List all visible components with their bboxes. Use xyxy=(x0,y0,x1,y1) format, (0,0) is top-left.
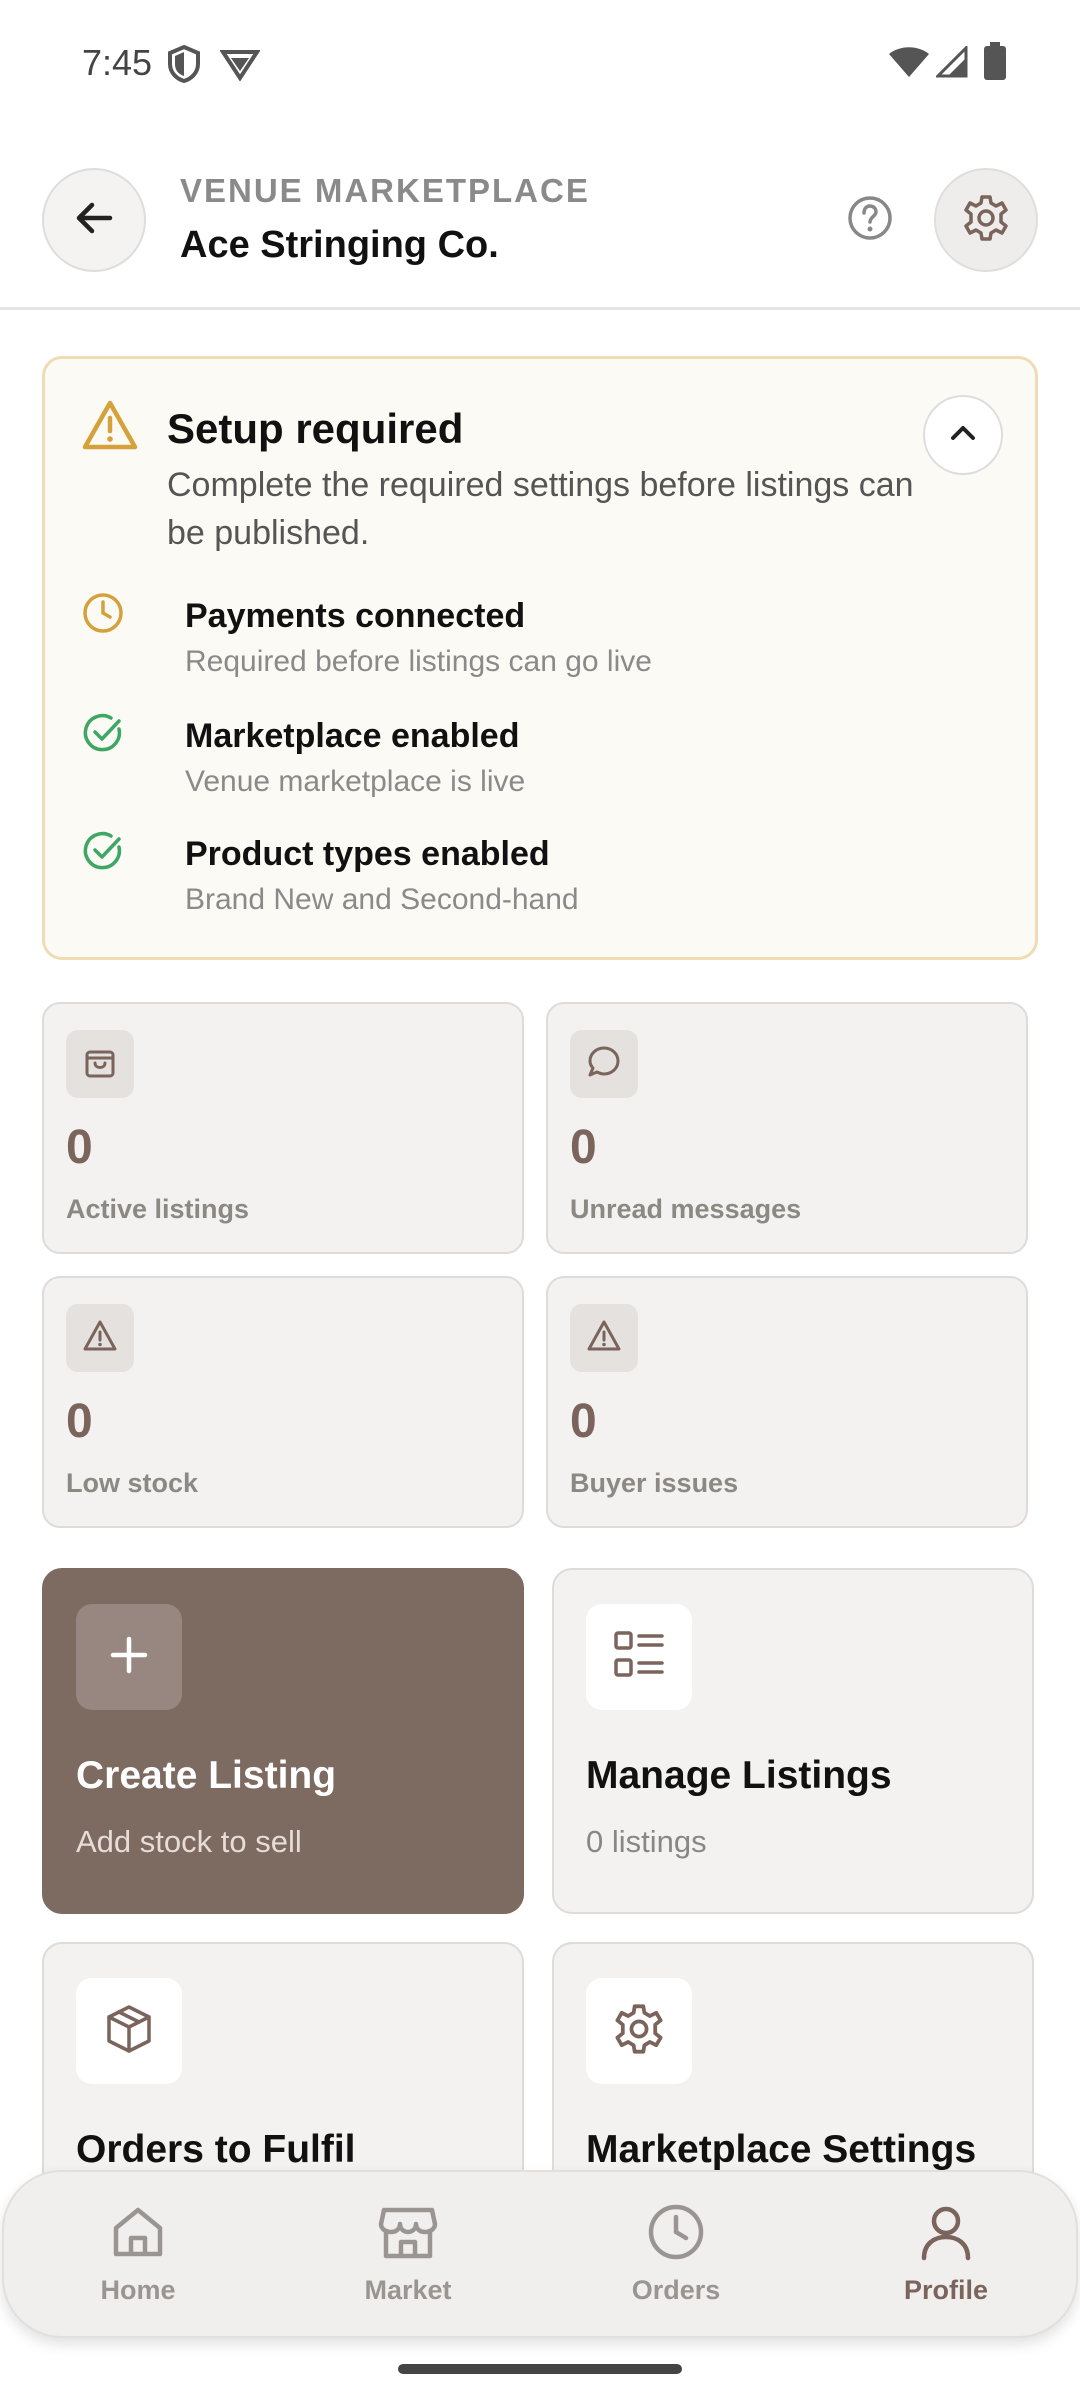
user-icon xyxy=(916,2202,976,2267)
action-subtitle: Add stock to sell xyxy=(76,1824,302,1859)
action-title: Orders to Fulfil xyxy=(76,2128,356,2171)
signal-icon xyxy=(934,44,968,83)
stat-value: 0 xyxy=(570,1395,597,1448)
stat-icon-box xyxy=(570,1304,638,1372)
clock-icon xyxy=(81,591,125,640)
stat-unread-messages[interactable]: 0 Unread messages xyxy=(546,1002,1028,1254)
stat-buyer-issues[interactable]: 0 Buyer issues xyxy=(546,1276,1028,1528)
stat-icon-box xyxy=(66,1304,134,1372)
setup-description: Complete the required settings before li… xyxy=(167,466,914,552)
shopping-bag-icon xyxy=(82,1044,118,1085)
vpn-icon xyxy=(219,44,261,89)
requirement-payments: Payments connected Required before listi… xyxy=(81,591,1001,691)
home-icon xyxy=(108,2202,168,2267)
help-button[interactable] xyxy=(840,190,900,250)
status-bar: 7:45 xyxy=(0,0,1080,120)
stat-label: Low stock xyxy=(66,1468,199,1498)
requirement-title: Product types enabled xyxy=(185,835,550,873)
setup-title: Setup required xyxy=(167,405,464,452)
nav-item-orders[interactable]: Orders xyxy=(576,2202,776,2322)
gesture-bar[interactable] xyxy=(398,2364,682,2374)
requirement-title: Marketplace enabled xyxy=(185,717,520,755)
action-icon-box xyxy=(76,1604,182,1710)
requirement-subtitle: Required before listings can go live xyxy=(185,645,652,678)
requirement-title: Payments connected xyxy=(185,597,526,635)
stat-low-stock[interactable]: 0 Low stock xyxy=(42,1276,524,1528)
stat-value: 0 xyxy=(66,1121,93,1174)
plus-icon xyxy=(105,1631,153,1684)
help-circle-icon xyxy=(846,194,894,247)
wifi-icon xyxy=(888,46,930,83)
action-subtitle: 0 listings xyxy=(586,1824,707,1859)
action-title: Manage Listings xyxy=(586,1754,892,1797)
action-icon-box xyxy=(76,1978,182,2084)
app-header: VENUE MARKETPLACE Ace Stringing Co. xyxy=(0,150,1080,310)
requirement-product-types: Product types enabled Brand New and Seco… xyxy=(81,829,1001,929)
nav-label: Market xyxy=(364,2275,452,2305)
setup-required-card: Setup required Complete the required set… xyxy=(42,356,1038,960)
nav-label: Home xyxy=(100,2275,176,2305)
back-button[interactable] xyxy=(42,168,146,272)
requirement-marketplace: Marketplace enabled Venue marketplace is… xyxy=(81,711,1001,811)
shield-icon xyxy=(166,44,202,89)
gear-icon xyxy=(612,2002,666,2061)
page-title: Ace Stringing Co. xyxy=(180,224,499,266)
action-title: Marketplace Settings xyxy=(586,2128,977,2171)
stat-label: Unread messages xyxy=(570,1194,802,1224)
stat-icon-box xyxy=(570,1030,638,1098)
settings-button[interactable] xyxy=(934,168,1038,272)
action-icon-box xyxy=(586,1978,692,2084)
package-icon xyxy=(102,2002,156,2061)
stat-active-listings[interactable]: 0 Active listings xyxy=(42,1002,524,1254)
header-eyebrow: VENUE MARKETPLACE xyxy=(180,172,590,209)
manage-listings-button[interactable]: Manage Listings 0 listings xyxy=(552,1568,1034,1914)
check-circle-icon xyxy=(81,711,125,760)
warning-icon xyxy=(586,1319,622,1358)
create-listing-button[interactable]: Create Listing Add stock to sell xyxy=(42,1568,524,1914)
action-icon-box xyxy=(586,1604,692,1710)
stat-icon-box xyxy=(66,1030,134,1098)
bottom-nav: Home Market Orders Profile xyxy=(2,2170,1078,2338)
message-icon xyxy=(586,1044,622,1085)
stat-label: Active listings xyxy=(66,1194,250,1224)
stat-value: 0 xyxy=(66,1395,93,1448)
nav-item-market[interactable]: Market xyxy=(308,2202,508,2322)
action-title: Create Listing xyxy=(76,1754,337,1797)
nav-item-home[interactable]: Home xyxy=(38,2202,238,2322)
status-time: 7:45 xyxy=(82,42,153,83)
battery-icon xyxy=(984,42,1006,85)
warning-icon xyxy=(81,399,139,456)
requirement-subtitle: Brand New and Second-hand xyxy=(185,883,579,916)
chevron-up-icon xyxy=(945,415,981,456)
store-icon xyxy=(377,2202,439,2267)
requirement-subtitle: Venue marketplace is live xyxy=(185,765,526,798)
stat-label: Buyer issues xyxy=(570,1468,739,1498)
arrow-left-icon xyxy=(72,196,116,245)
stat-value: 0 xyxy=(570,1121,597,1174)
gear-icon xyxy=(961,193,1011,248)
clock-icon xyxy=(646,2202,706,2267)
nav-label: Orders xyxy=(631,2275,721,2305)
collapse-button[interactable] xyxy=(923,395,1003,475)
nav-item-profile[interactable]: Profile xyxy=(846,2202,1046,2322)
list-icon xyxy=(612,1628,666,1687)
warning-icon xyxy=(82,1319,118,1358)
check-circle-icon xyxy=(81,829,125,878)
nav-label: Profile xyxy=(903,2275,989,2305)
